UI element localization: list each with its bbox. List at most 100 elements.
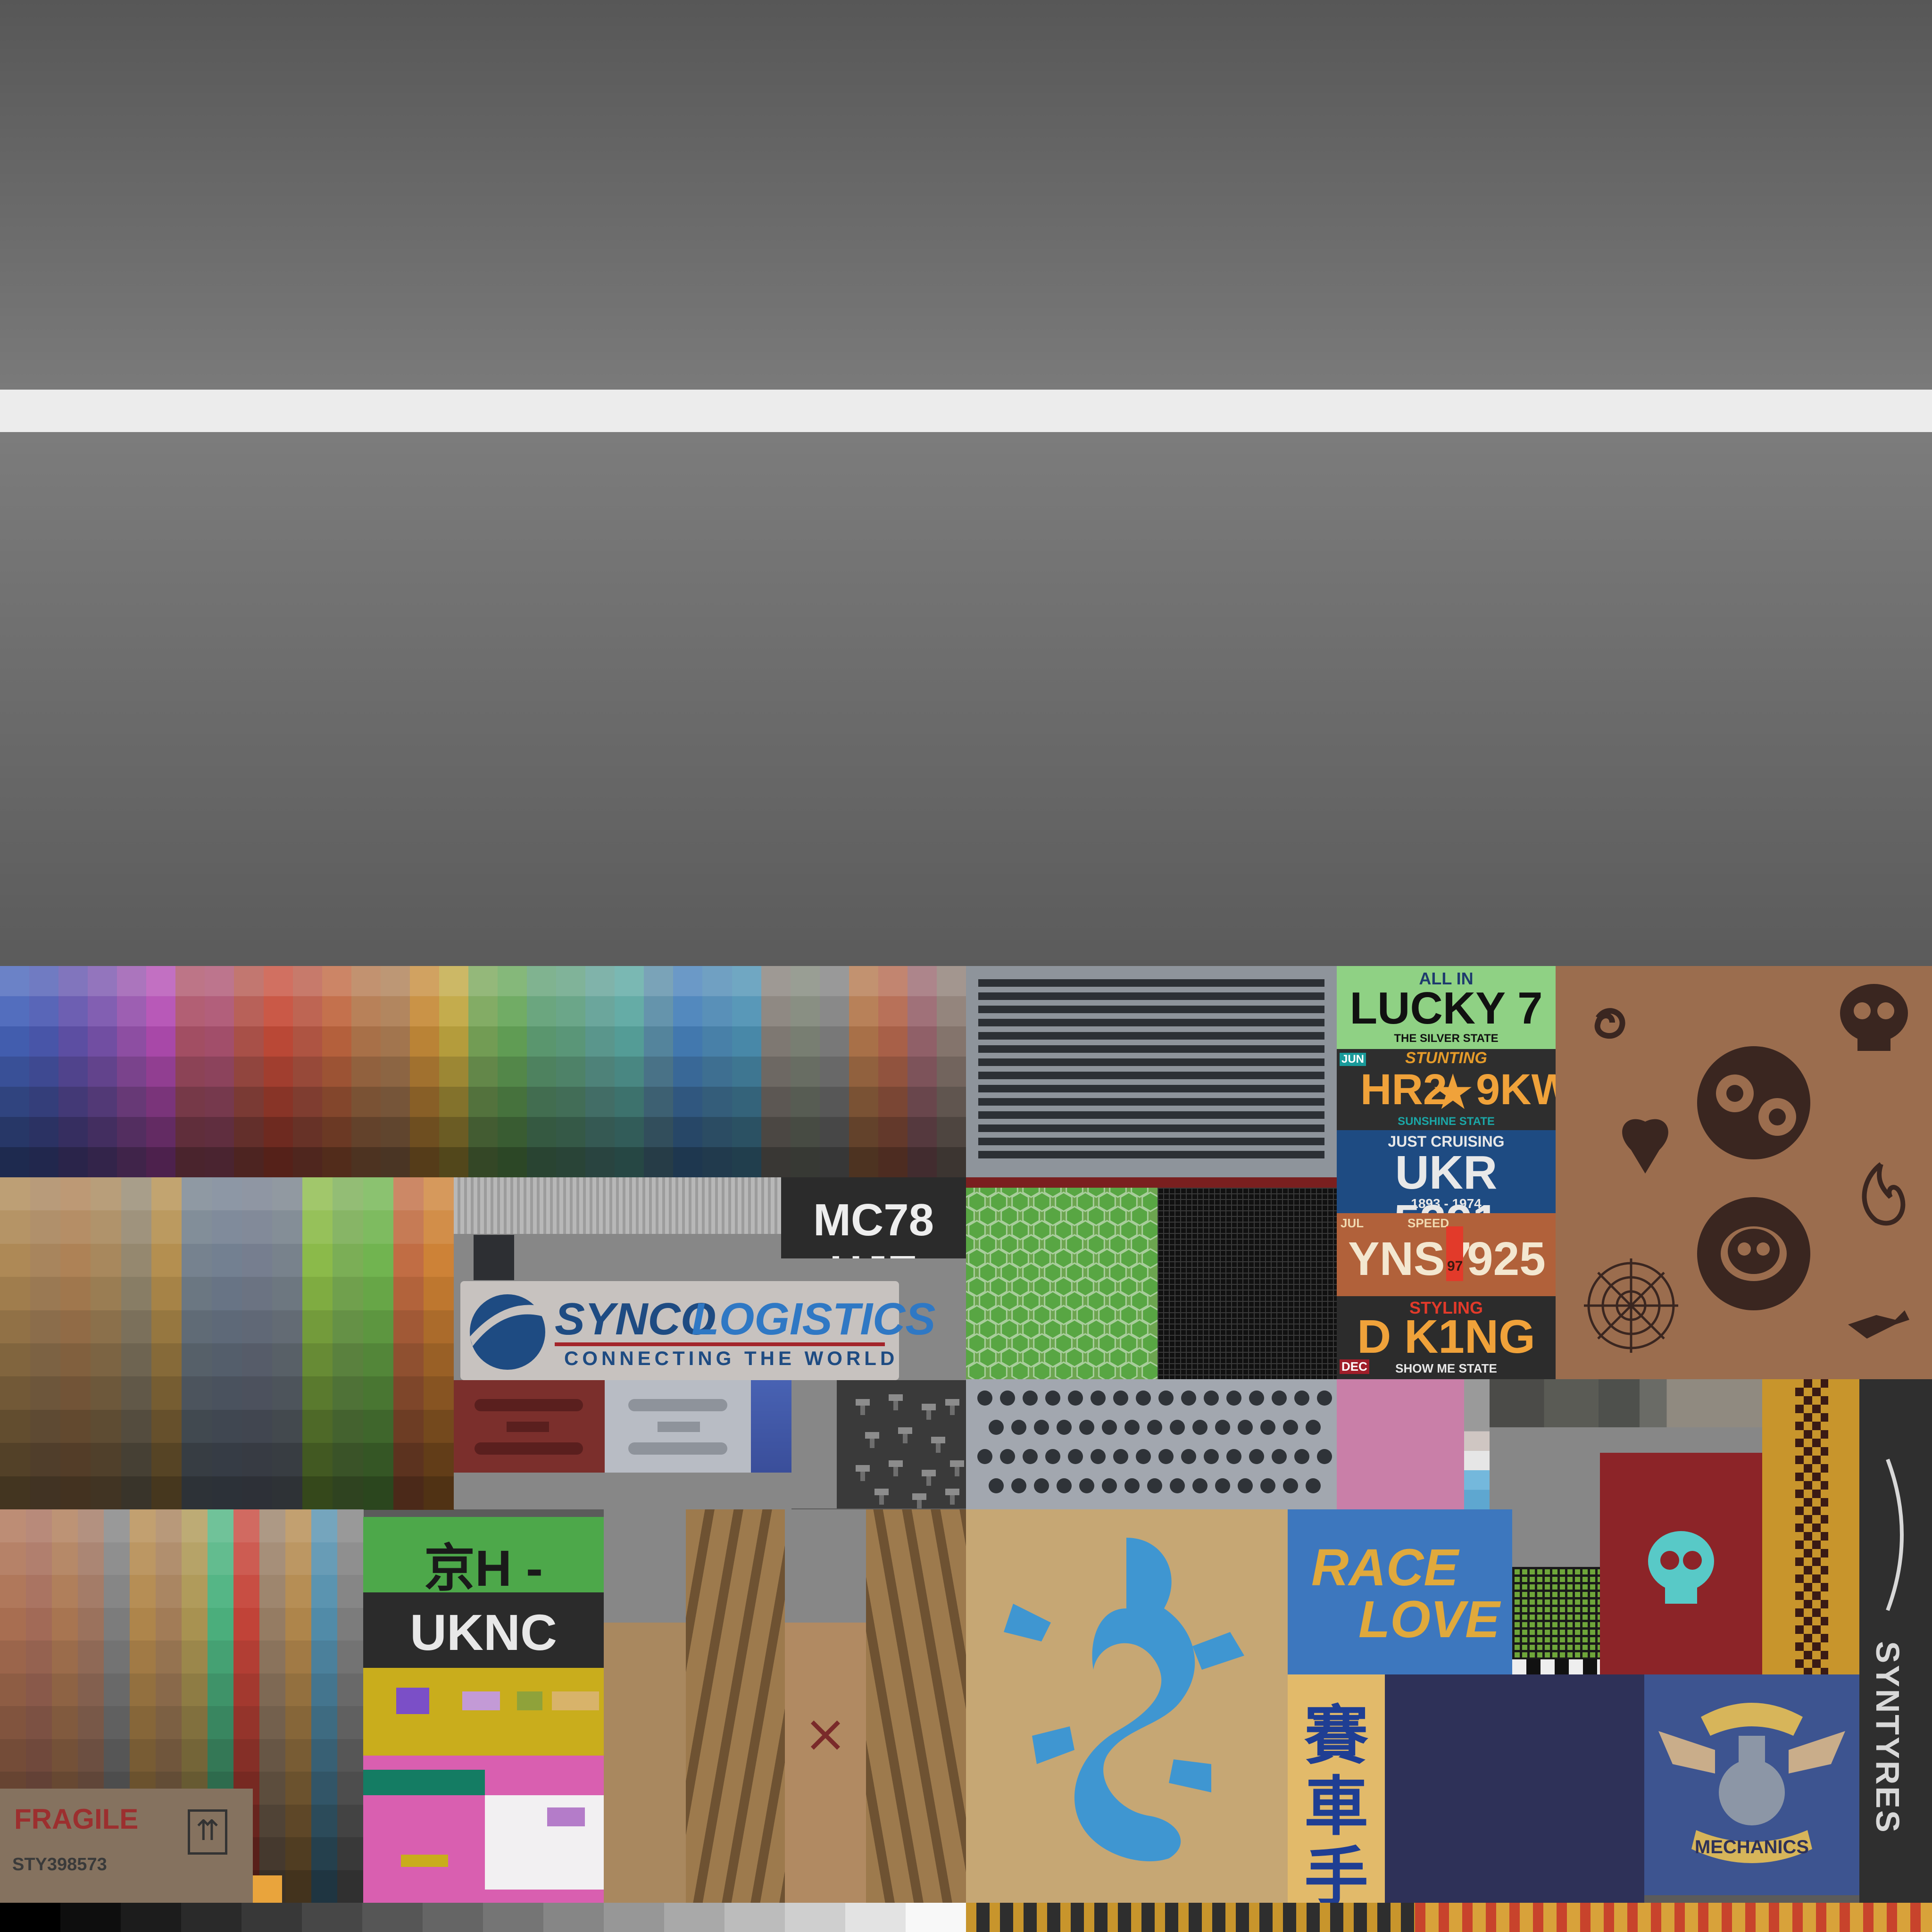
palette-swatch — [181, 1210, 212, 1244]
palette-swatch — [60, 1210, 92, 1244]
palette-swatch — [91, 1343, 122, 1377]
palette-swatch — [380, 1057, 410, 1087]
palette-swatch — [732, 966, 762, 997]
palette-swatch — [29, 1026, 59, 1057]
palette-swatch — [302, 1243, 333, 1278]
red-strip — [966, 1177, 1337, 1188]
palette-swatch — [0, 966, 30, 997]
palette-swatch — [91, 1443, 122, 1477]
palette-swatch — [527, 1087, 557, 1117]
plate-styling-bottom: SHOW ME STATE — [1395, 1361, 1497, 1375]
palette-swatch — [234, 1117, 264, 1148]
plate-speed: JUL SPEED YNS7 97 925 — [1337, 1213, 1556, 1296]
palette-swatch — [556, 1026, 586, 1057]
palette-swatch — [337, 1641, 364, 1674]
palette-swatch — [78, 1641, 104, 1674]
mechanics-text: MECHANICS — [1694, 1837, 1809, 1857]
palette-swatch — [88, 1026, 118, 1057]
palette-swatch — [311, 1575, 338, 1608]
palette-swatch — [259, 1837, 286, 1871]
palette-swatch — [409, 1117, 440, 1148]
palette-swatch — [423, 1409, 454, 1444]
palette-swatch — [211, 1409, 243, 1444]
palette-swatch — [423, 1476, 454, 1510]
palette-swatch — [130, 1575, 156, 1608]
dragon-icon — [1004, 1538, 1244, 1862]
palette-swatch — [60, 1277, 92, 1311]
palette-swatch — [380, 996, 410, 1027]
palette-swatch — [498, 1087, 528, 1117]
palette-swatch — [233, 1542, 260, 1575]
palette-swatch — [121, 1376, 152, 1410]
palette-swatch — [819, 1026, 849, 1057]
flame-icon — [1862, 1162, 1906, 1226]
palette-swatch — [242, 1476, 273, 1510]
palette-swatch — [585, 1026, 616, 1057]
palette-swatch — [259, 1804, 286, 1838]
palette-swatch — [146, 1087, 176, 1117]
palette-swatch — [393, 1443, 424, 1477]
palette-swatch — [285, 1706, 312, 1740]
palette-swatch — [151, 1343, 182, 1377]
race-love-panel: RACE LOVE — [1288, 1509, 1512, 1674]
palette-swatch — [409, 996, 440, 1027]
palette-swatch — [234, 1147, 264, 1178]
palette-swatch — [26, 1509, 52, 1543]
palette-swatch — [468, 966, 499, 997]
palette-swatch — [819, 1057, 849, 1087]
palette-swatch — [91, 1376, 122, 1410]
palette-swatch — [819, 1117, 849, 1148]
palette-swatch — [182, 1542, 208, 1575]
palette-swatch — [0, 996, 30, 1027]
palette-swatch — [211, 1277, 243, 1311]
cyan-skull-icon — [1648, 1531, 1714, 1604]
palette-swatch — [30, 1277, 61, 1311]
palette-swatch — [208, 1641, 234, 1674]
color-palette-earth — [0, 1177, 454, 1510]
lizard-icon — [1848, 1310, 1909, 1339]
palette-swatch — [272, 1376, 303, 1410]
palette-swatch — [311, 1739, 338, 1772]
palette-swatch — [151, 1277, 182, 1311]
palette-swatch — [0, 1117, 30, 1148]
palette-swatch — [423, 1343, 454, 1377]
palette-swatch — [644, 1087, 674, 1117]
grey-gap — [791, 1380, 837, 1508]
palette-swatch — [30, 1310, 61, 1344]
palette-swatch — [423, 1177, 454, 1211]
palette-swatch — [702, 966, 733, 997]
palette-swatch — [205, 1147, 235, 1178]
palette-swatch — [175, 1057, 206, 1087]
palette-swatch — [233, 1509, 260, 1543]
palette-swatch — [393, 1277, 424, 1311]
palette-swatch — [146, 1057, 176, 1087]
palette-swatch — [292, 1026, 323, 1057]
palette-swatch — [156, 1607, 182, 1641]
palette-swatch — [585, 1087, 616, 1117]
palette-swatch — [673, 1057, 703, 1087]
palette-swatch — [498, 966, 528, 997]
palette-swatch — [333, 1476, 364, 1510]
palette-swatch — [285, 1772, 312, 1805]
palette-swatch — [351, 966, 381, 997]
palette-swatch — [337, 1837, 364, 1871]
palette-swatch — [337, 1607, 364, 1641]
palette-swatch — [302, 1210, 333, 1244]
palette-swatch — [292, 966, 323, 997]
palette-swatch — [58, 1087, 89, 1117]
palette-swatch — [181, 1310, 212, 1344]
palette-swatch — [26, 1641, 52, 1674]
palette-swatch — [181, 1343, 212, 1377]
palette-swatch — [878, 1117, 908, 1148]
palette-swatch — [790, 1057, 820, 1087]
palette-swatch — [78, 1575, 104, 1608]
palette-swatch — [233, 1706, 260, 1740]
palette-swatch — [337, 1575, 364, 1608]
palette-swatch — [0, 1509, 26, 1543]
palette-swatch — [849, 1026, 879, 1057]
palette-swatch — [878, 1147, 908, 1178]
grey-gap2 — [454, 1473, 791, 1509]
palette-swatch — [0, 1739, 26, 1772]
palette-swatch — [211, 1243, 243, 1278]
mechanics-panel: MECHANICS — [1644, 1674, 1859, 1895]
